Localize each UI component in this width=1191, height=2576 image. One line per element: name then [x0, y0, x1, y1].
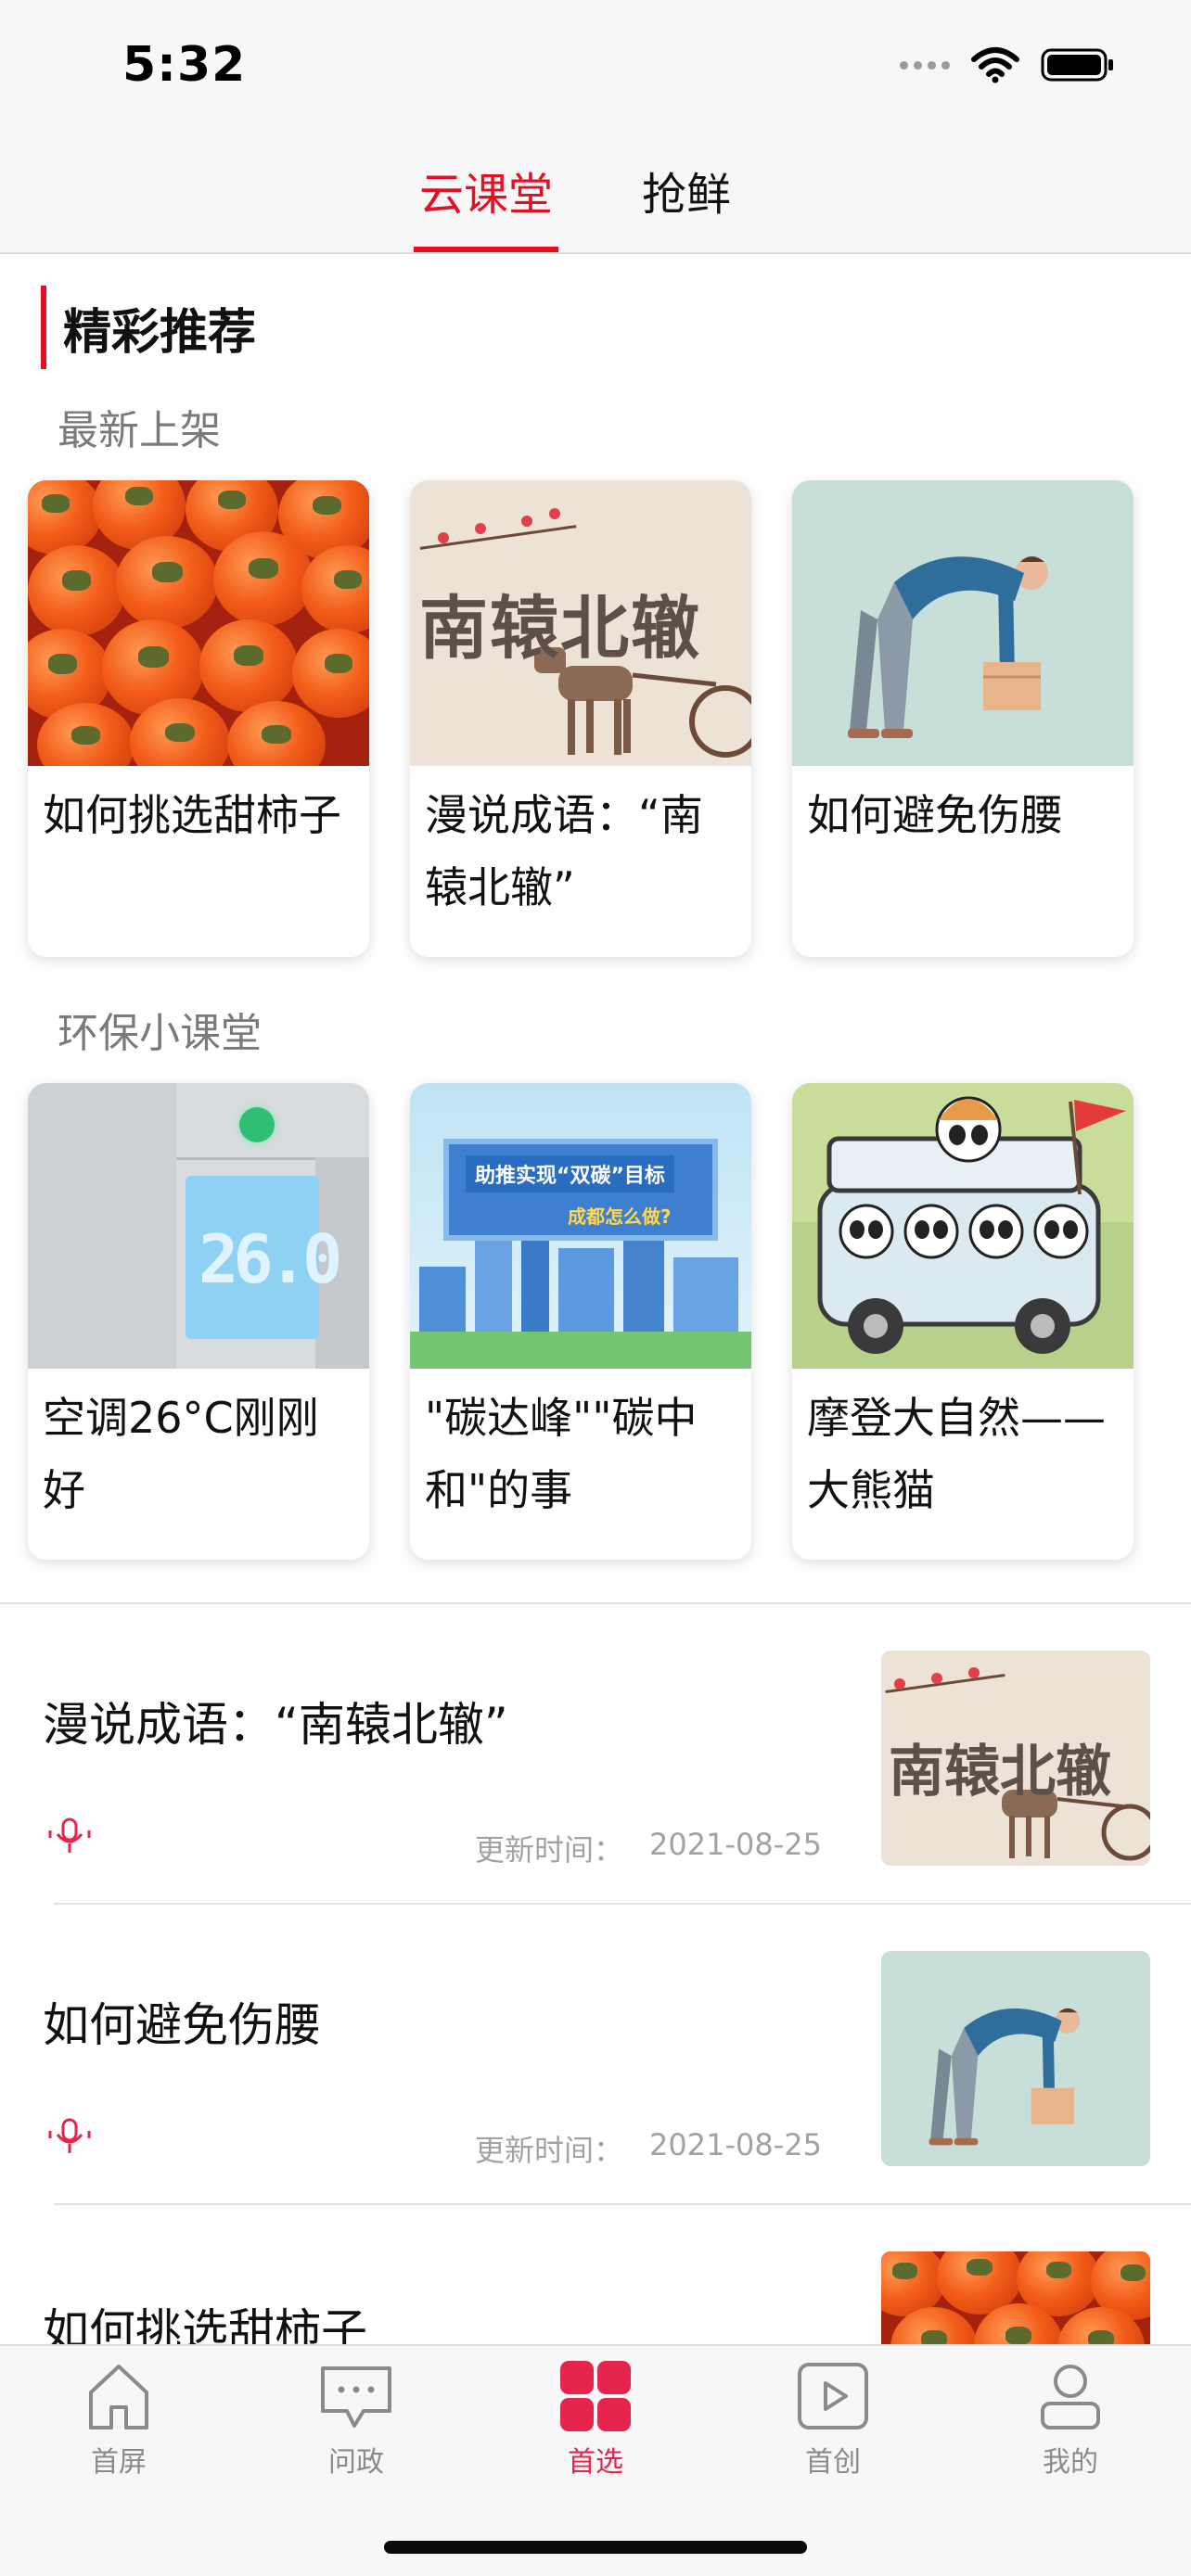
play-video-icon — [798, 2363, 868, 2429]
man-bending-illustration — [848, 556, 1048, 738]
course-card[interactable]: 助推实现“双碳”目标 成都怎么做? "碳达峰""碳中和"的事 — [410, 1083, 751, 1560]
chat-bubble-icon — [321, 2366, 391, 2428]
microphone-icon — [48, 2118, 91, 2153]
list-item-title: 漫说成语：“南辕北辙” — [43, 1698, 508, 1752]
list-thumbnail — [881, 1951, 1150, 2166]
status-icons — [900, 46, 1115, 83]
course-card[interactable]: 如何避免伤腰 — [792, 480, 1133, 957]
nav-label: 首选 — [568, 2446, 623, 2479]
update-time-label: 更新时间： — [475, 2133, 624, 2168]
persimmon-thumbnail — [28, 480, 369, 766]
list-item[interactable]: 如何避免伤腰 更新时间： 2021-08-25 — [0, 1905, 1191, 2205]
nav-item-create[interactable]: 首创 — [768, 2359, 898, 2480]
card-title: 摩登大自然——大熊猫 — [807, 1393, 1106, 1515]
nav-item-home[interactable]: 首屏 — [54, 2359, 184, 2480]
update-time-value: 2021-08-25 — [649, 1827, 822, 1862]
card-row-new: 如何挑选甜柿子 南辕北辙 漫说成语：“南辕北辙” 如何避免伤腰 — [28, 480, 1141, 957]
course-card[interactable]: 南辕北辙 漫说成语：“南辕北辙” — [410, 480, 751, 957]
man-bending-illustration — [928, 2008, 1081, 2146]
status-bar: 5:32 — [0, 0, 1191, 130]
course-card[interactable]: 摩登大自然——大熊猫 — [792, 1083, 1133, 1560]
card-title: 漫说成语：“南辕北辙” — [425, 790, 703, 912]
wifi-icon — [971, 47, 1019, 83]
list-item-title: 如何避免伤腰 — [43, 1998, 321, 2052]
card-title: "碳达峰""碳中和"的事 — [425, 1393, 698, 1515]
update-time-value: 2021-08-25 — [649, 2127, 822, 2162]
profile-icon — [1041, 2365, 1100, 2429]
microphone-icon — [48, 1817, 91, 1853]
active-tab-indicator — [414, 247, 558, 252]
panda-bus-illustration — [792, 1083, 1133, 1354]
heading-accent-bar — [41, 286, 46, 369]
home-indicator[interactable] — [384, 2541, 807, 2554]
sign-text-main: 助推实现“双碳”目标 — [466, 1155, 674, 1192]
section-heading: 精彩推荐 — [41, 286, 256, 369]
home-icon — [89, 2365, 148, 2429]
group-title-new: 最新上架 — [58, 407, 221, 454]
idiom-thumbnail: 南辕北辙 — [410, 480, 751, 766]
nav-label: 首创 — [805, 2446, 861, 2479]
carbon-thumbnail: 助推实现“双碳”目标 成都怎么做? — [410, 1083, 751, 1369]
signal-icon — [900, 60, 950, 70]
list-thumbnail: 南辕北辙 — [881, 1651, 1150, 1866]
tab-cloud-class[interactable]: 云课堂 — [414, 158, 558, 223]
top-tabs: 云课堂 抢鲜 — [0, 130, 1191, 254]
thumb-idiom-text: 南辕北辙 — [889, 1740, 1111, 1804]
status-time: 5:32 — [122, 37, 247, 93]
group-title-eco: 环保小课堂 — [58, 1010, 262, 1057]
nav-label: 我的 — [1043, 2446, 1098, 2479]
battery-icon — [1041, 48, 1113, 82]
card-title: 如何避免伤腰 — [807, 790, 1063, 840]
card-row-eco: 26.0 空调26°C刚刚好 助推实现“双碳”目标 成都怎么做? "碳达峰""碳… — [28, 1083, 1141, 1560]
waist-thumbnail — [792, 480, 1133, 766]
nav-label: 问政 — [328, 2446, 384, 2479]
card-title: 如何挑选甜柿子 — [43, 790, 341, 840]
course-card[interactable]: 26.0 空调26°C刚刚好 — [28, 1083, 369, 1560]
card-title: 空调26°C刚刚好 — [43, 1393, 319, 1515]
nav-item-inquiry[interactable]: 问政 — [291, 2359, 421, 2480]
panda-thumbnail — [792, 1083, 1133, 1369]
air-conditioner-thumbnail: 26.0 — [28, 1083, 369, 1369]
nav-item-profile[interactable]: 我的 — [1005, 2359, 1135, 2480]
update-time-label: 更新时间： — [475, 1832, 624, 1868]
grid-icon — [560, 2361, 631, 2431]
list-item[interactable]: 漫说成语：“南辕北辙” 更新时间： 2021-08-25 南辕北辙 — [0, 1604, 1191, 1905]
nav-label: 首屏 — [91, 2446, 147, 2479]
nav-item-featured[interactable]: 首选 — [531, 2359, 660, 2480]
section-title: 精彩推荐 — [63, 304, 257, 361]
course-card[interactable]: 如何挑选甜柿子 — [28, 480, 369, 957]
sign-text-sub: 成都怎么做? — [568, 1205, 672, 1228]
ac-temperature-display: 26.0 — [198, 1220, 342, 1298]
tab-fresh[interactable]: 抢鲜 — [640, 158, 733, 223]
status-led — [239, 1107, 275, 1142]
thumb-idiom-text: 南辕北辙 — [419, 589, 701, 669]
